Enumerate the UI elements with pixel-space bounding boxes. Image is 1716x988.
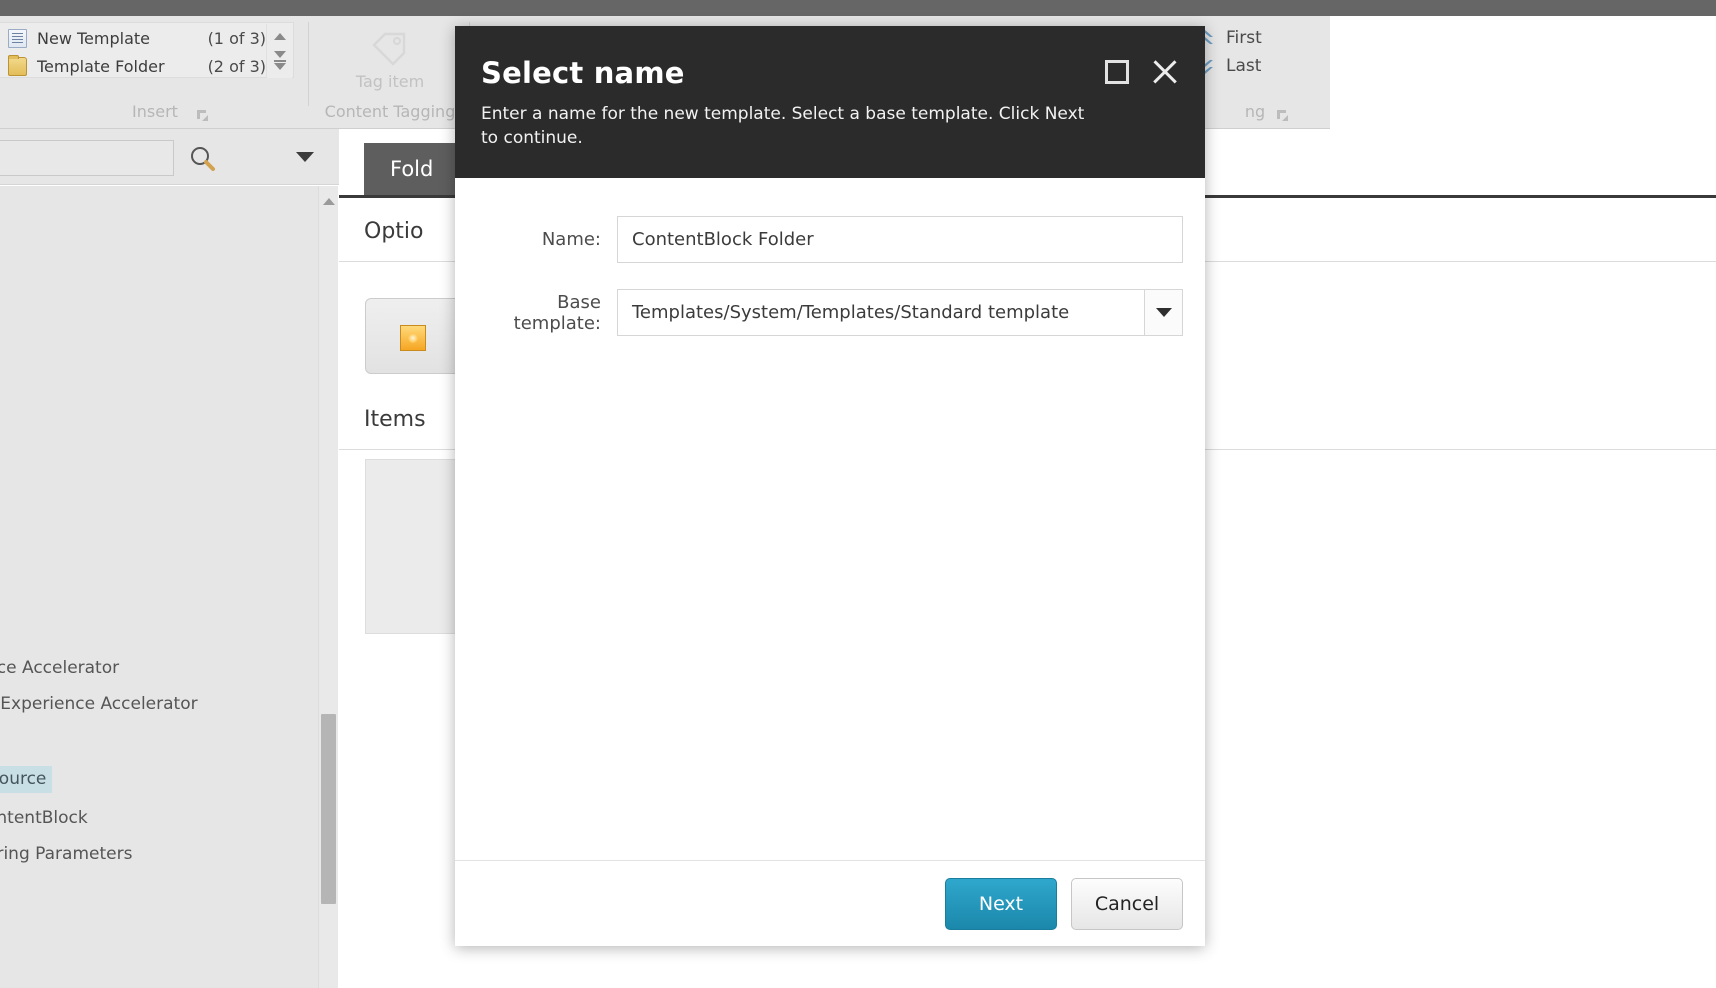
base-template-select[interactable]: Templates/System/Templates/Standard temp… (617, 289, 1183, 336)
search-icon[interactable] (186, 143, 218, 173)
dialog-footer: Next Cancel (455, 860, 1205, 946)
list-item[interactable]: ontentBlock (0, 808, 88, 828)
dialog-title: Select name (481, 56, 1171, 90)
window-top-strip (0, 0, 1716, 16)
ribbon-right-filler (1330, 16, 1716, 129)
insert-item-count: (1 of 3) (208, 29, 266, 48)
select-name-dialog: Select name Enter a name for the new tem… (455, 26, 1205, 946)
asset-icon (400, 325, 426, 351)
name-field-label: Name: (477, 229, 617, 250)
insert-item-count: (2 of 3) (208, 57, 266, 76)
base-template-selected-value: Templates/System/Templates/Standard temp… (618, 302, 1144, 323)
scrollbar-thumb[interactable] (321, 714, 336, 904)
tag-icon (370, 32, 410, 68)
gallery-scroll-buttons[interactable] (266, 24, 292, 78)
group-divider (308, 22, 309, 106)
dialog-header: Select name Enter a name for the new tem… (455, 26, 1205, 178)
insert-item-label: Template Folder (37, 57, 165, 76)
list-item-selected[interactable]: Source (0, 766, 52, 793)
insert-item-new-template[interactable]: New Template (1 of 3) (8, 24, 266, 52)
base-template-field-row: Base template: Templates/System/Template… (477, 289, 1183, 336)
maximize-icon[interactable] (1105, 60, 1129, 84)
list-item[interactable]: n (0, 576, 1, 596)
ribbon-group-label: Content Tagging (310, 102, 470, 121)
search-input[interactable] (0, 140, 174, 176)
close-icon[interactable] (1151, 58, 1179, 86)
insert-item-label: New Template (37, 29, 150, 48)
scroll-up-icon[interactable] (323, 198, 335, 205)
chevron-down-icon[interactable] (296, 152, 314, 162)
folder-icon (8, 57, 27, 76)
dialog-launcher-icon[interactable] (1276, 107, 1289, 120)
base-template-field-control: Templates/System/Templates/Standard temp… (617, 289, 1183, 336)
ribbon-group-insert: New Template (1 of 3) Template Folder (2… (0, 16, 310, 129)
next-button[interactable]: Next (945, 878, 1057, 930)
name-field-control (617, 216, 1183, 263)
tag-item-button[interactable]: Tag item (332, 28, 448, 94)
tag-item-label: Tag item (356, 72, 424, 91)
cancel-button[interactable]: Cancel (1071, 878, 1183, 930)
template-icon (8, 29, 27, 48)
dialog-body: Name: Base template: Templates/System/Te… (455, 178, 1205, 860)
insert-item-template-folder[interactable]: Template Folder (2 of 3) (8, 52, 266, 80)
list-item[interactable]: d (0, 730, 1, 750)
list-item[interactable]: ering Parameters (0, 844, 132, 864)
nav-last-label: Last (1226, 56, 1261, 76)
content-tree-panel: s n nce Accelerator s Experience Acceler… (0, 186, 318, 988)
base-template-field-label: Base template: (477, 292, 617, 334)
items-section-heading: Items (364, 407, 426, 432)
dialog-subtitle: Enter a name for the new template. Selec… (481, 102, 1101, 150)
insert-gallery: New Template (1 of 3) Template Folder (2… (0, 22, 294, 78)
name-input[interactable] (617, 216, 1183, 263)
options-section-heading: Optio (364, 219, 423, 244)
search-toolbar (0, 129, 340, 185)
application-window: New Template (1 of 3) Template Folder (2… (0, 0, 1716, 988)
list-item[interactable]: nce Accelerator (0, 658, 119, 678)
ribbon-group-content-tagging: Tag item Content Tagging (310, 16, 470, 129)
chevron-down-icon (1156, 308, 1172, 317)
scroll-up-icon[interactable] (274, 33, 286, 40)
scroll-down-icon[interactable] (274, 51, 286, 58)
dialog-window-buttons (1105, 58, 1179, 86)
dialog-launcher-icon[interactable] (196, 107, 209, 120)
option-tile[interactable] (365, 298, 469, 374)
tree-scrollbar[interactable] (318, 186, 338, 988)
base-template-dropdown-button[interactable] (1144, 290, 1182, 335)
name-field-row: Name: (477, 216, 1183, 263)
nav-first-label: First (1226, 28, 1262, 48)
list-item[interactable]: s Experience Accelerator (0, 694, 198, 714)
ribbon-group-label: Insert (0, 102, 310, 121)
